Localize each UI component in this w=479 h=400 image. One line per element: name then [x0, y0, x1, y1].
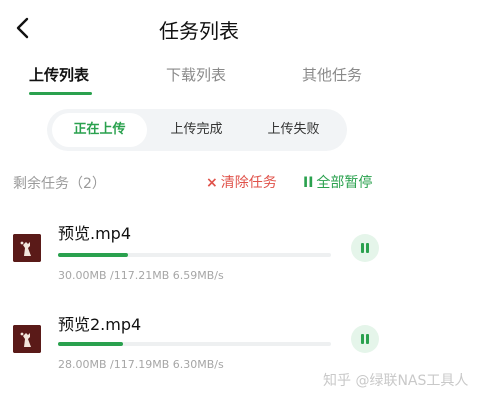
pause-icon-bar-left — [361, 334, 364, 344]
watermark-text: 知乎 @绿联NAS工具人 — [323, 373, 469, 389]
thumbnail-image-icon — [13, 234, 41, 262]
task-file-name: 预览2.mp4 — [58, 315, 142, 334]
video-thumbnail — [13, 234, 41, 262]
pause-all-label: 全部暂停 — [316, 175, 373, 191]
task-stats: 28.00MB /117.19MB 6.30MB/s — [58, 358, 224, 371]
upload-progress-fill — [58, 253, 128, 257]
upload-progress-fill — [58, 342, 124, 346]
tab-other-tasks[interactable]: 其他任务 — [302, 64, 362, 85]
pause-icon-bar-right — [366, 334, 369, 344]
clear-tasks-button[interactable]: × 清除任务 — [206, 172, 277, 192]
segment-uploading[interactable]: 正在上传 — [52, 113, 147, 147]
video-thumbnail — [13, 325, 41, 353]
page-title: 任务列表 — [159, 19, 239, 43]
task-stats: 30.00MB /117.21MB 6.59MB/s — [58, 269, 224, 282]
pause-task-button[interactable] — [351, 234, 379, 262]
segment-upload-complete[interactable]: 上传完成 — [149, 113, 244, 147]
segment-upload-failed[interactable]: 上传失败 — [246, 113, 341, 147]
close-icon: × — [206, 175, 218, 191]
pause-all-button[interactable]: II 全部暂停 — [303, 172, 372, 192]
header: 任务列表 — [0, 0, 479, 58]
upload-progress-bar — [58, 253, 331, 257]
thumbnail-image-icon — [13, 325, 41, 353]
task-toolbar: 剩余任务（2） × 清除任务 II 全部暂停 — [0, 170, 479, 196]
upload-progress-bar — [58, 342, 331, 346]
remaining-tasks-count: 剩余任务（2） — [13, 176, 106, 192]
active-tab-indicator — [29, 92, 92, 95]
pause-icon-bar-right — [366, 243, 369, 253]
pause-task-button[interactable] — [351, 325, 379, 353]
pause-icon-bar-left — [361, 243, 364, 253]
pause-icon: II — [303, 175, 314, 191]
tab-download-list[interactable]: 下载列表 — [166, 64, 226, 85]
upload-task-item: 预览.mp4 30.00MB /117.21MB 6.59MB/s — [0, 218, 479, 298]
tab-upload-list[interactable]: 上传列表 — [29, 64, 89, 85]
task-file-name: 预览.mp4 — [58, 224, 132, 243]
clear-tasks-label: 清除任务 — [220, 175, 277, 191]
upload-status-segment: 正在上传 上传完成 上传失败 — [47, 109, 347, 151]
